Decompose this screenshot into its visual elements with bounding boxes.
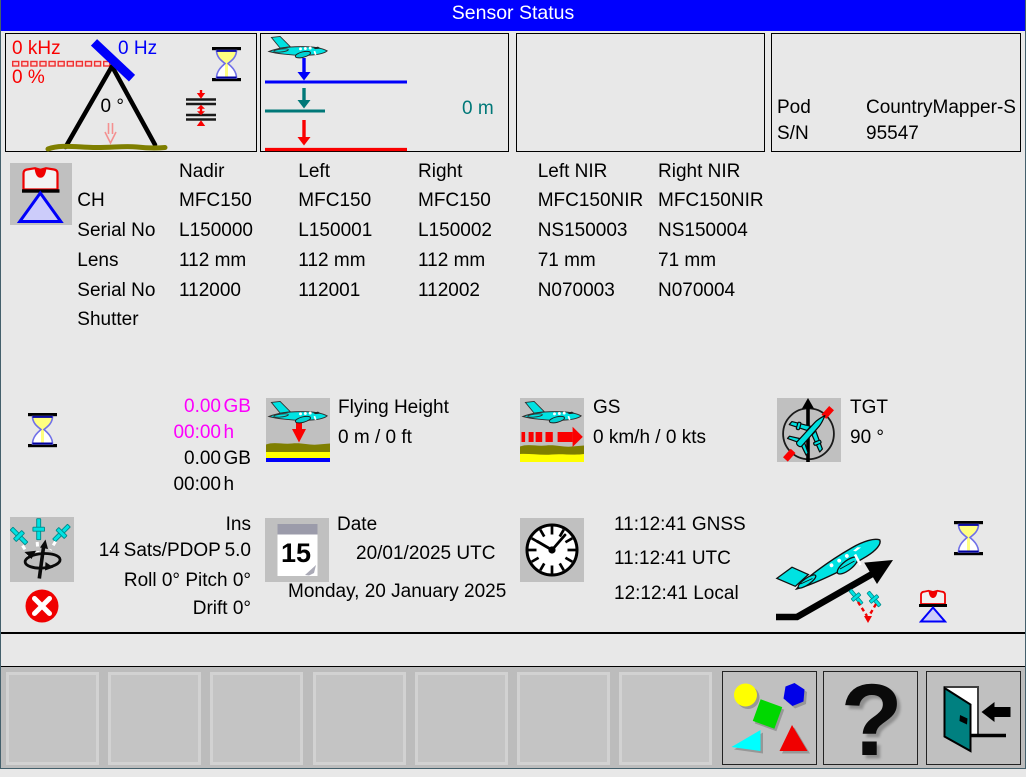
svg-text:15: 15 xyxy=(281,538,311,568)
